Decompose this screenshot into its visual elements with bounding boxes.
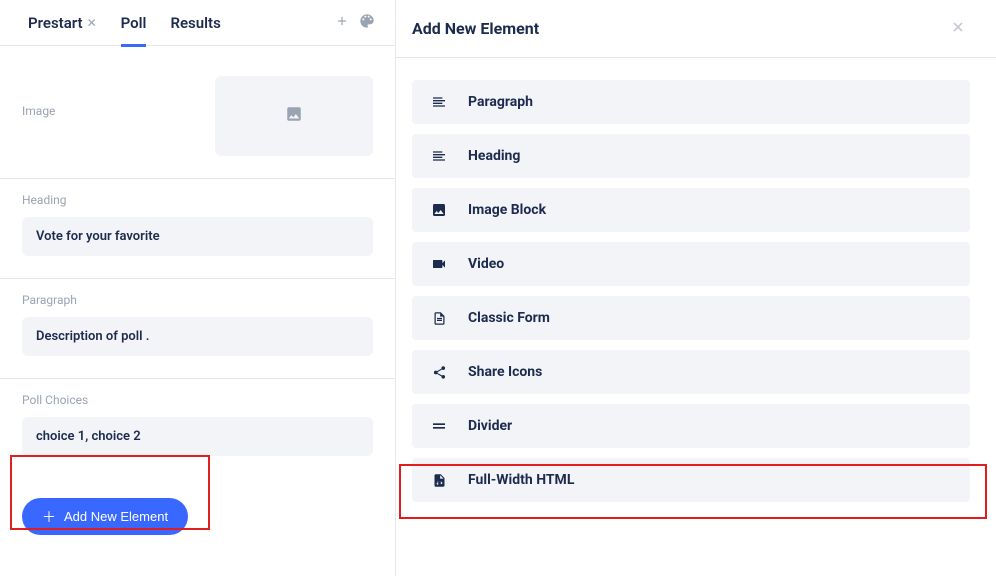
tab-results[interactable]: Results <box>162 0 228 46</box>
add-tab-icon[interactable] <box>335 13 349 32</box>
field-label: Paragraph <box>22 293 373 307</box>
paragraph-value[interactable]: Description of poll . <box>22 317 373 356</box>
element-item-video[interactable]: Video <box>412 242 970 286</box>
element-item-full-width-html[interactable]: Full-Width HTML <box>412 458 970 502</box>
element-item-classic-form[interactable]: Classic Form <box>412 296 970 340</box>
share-icon <box>430 363 448 381</box>
section-paragraph[interactable]: Paragraph Description of poll . <box>0 279 395 379</box>
element-item-label: Video <box>468 256 504 272</box>
element-item-label: Divider <box>468 418 512 434</box>
tabs-actions <box>335 13 375 33</box>
element-item-heading[interactable]: Heading <box>412 134 970 178</box>
element-item-image-block[interactable]: Image Block <box>412 188 970 232</box>
element-item-label: Classic Form <box>468 310 550 326</box>
html-icon <box>430 471 448 489</box>
tab-poll[interactable]: Poll <box>113 0 155 46</box>
add-button-label: Add New Element <box>64 509 168 524</box>
tabs-bar: Prestart ✕ Poll Results <box>0 0 395 46</box>
field-label: Poll Choices <box>22 393 373 407</box>
image-block-icon <box>430 201 448 219</box>
right-panel: Add New Element Paragraph Heading Image … <box>396 0 996 576</box>
heading-icon <box>430 147 448 165</box>
element-item-label: Paragraph <box>468 94 533 110</box>
left-panel: Prestart ✕ Poll Results Image <box>0 0 396 576</box>
tab-label: Results <box>170 14 220 32</box>
plus-icon: ＋ <box>42 510 56 524</box>
element-item-share-icons[interactable]: Share Icons <box>412 350 970 394</box>
element-item-label: Heading <box>468 148 520 164</box>
paragraph-icon <box>430 93 448 111</box>
element-item-label: Share Icons <box>468 364 542 380</box>
panel-title: Add New Element <box>412 19 539 38</box>
image-placeholder[interactable] <box>215 76 373 156</box>
tab-prestart[interactable]: Prestart ✕ <box>20 0 105 46</box>
element-item-divider[interactable]: Divider <box>412 404 970 448</box>
section-choices[interactable]: Poll Choices choice 1, choice 2 <box>0 379 395 478</box>
section-heading[interactable]: Heading Vote for your favorite <box>0 179 395 279</box>
add-new-element-button[interactable]: ＋ Add New Element <box>22 498 188 535</box>
element-item-label: Full-Width HTML <box>468 472 574 488</box>
add-element-container: ＋ Add New Element <box>0 478 395 555</box>
element-item-label: Image Block <box>468 202 546 218</box>
divider-icon <box>430 417 448 435</box>
close-icon[interactable]: ✕ <box>87 16 97 30</box>
tab-label: Poll <box>121 14 147 32</box>
element-item-paragraph[interactable]: Paragraph <box>412 80 970 124</box>
section-image[interactable]: Image <box>0 46 395 179</box>
image-icon <box>285 105 303 127</box>
heading-value[interactable]: Vote for your favorite <box>22 217 373 256</box>
tab-label: Prestart <box>28 14 83 32</box>
close-icon[interactable] <box>950 19 966 39</box>
field-label: Image <box>22 104 55 118</box>
field-label: Heading <box>22 193 373 207</box>
right-panel-header: Add New Element <box>396 0 996 58</box>
video-icon <box>430 255 448 273</box>
form-icon <box>430 309 448 327</box>
element-list: Paragraph Heading Image Block Video Clas <box>396 58 996 524</box>
choices-value[interactable]: choice 1, choice 2 <box>22 417 373 456</box>
palette-icon[interactable] <box>359 13 375 33</box>
